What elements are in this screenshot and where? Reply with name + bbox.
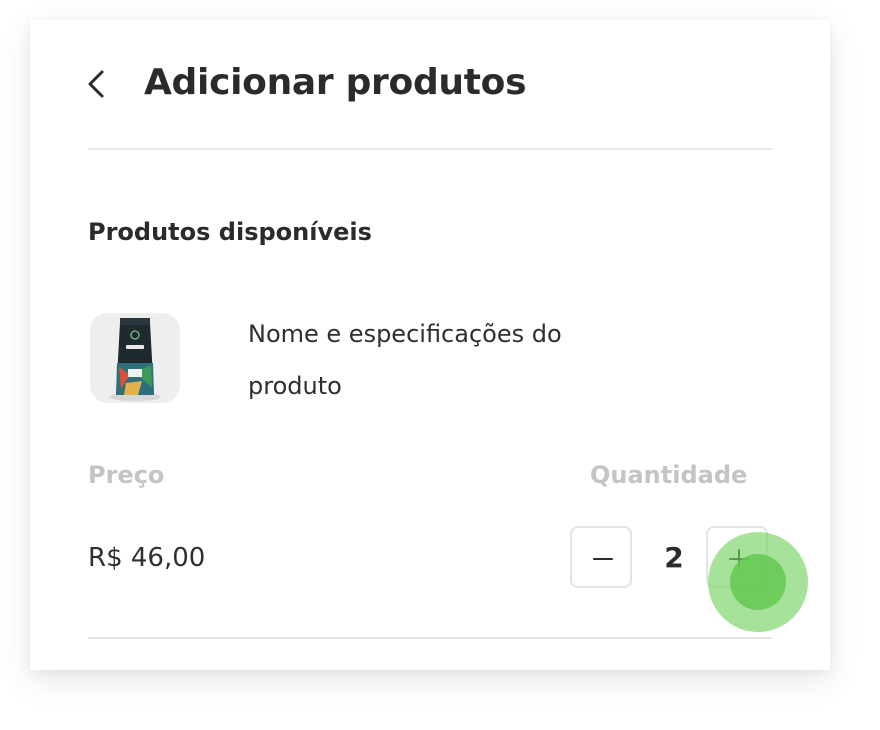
section-title: Produtos disponíveis (88, 218, 372, 246)
back-button[interactable] (82, 64, 114, 104)
increment-button[interactable] (706, 526, 768, 588)
price-value: R$ 46,00 (88, 543, 206, 573)
page-title: Adicionar produtos (144, 62, 527, 103)
chevron-left-icon (88, 70, 104, 98)
header-divider (88, 148, 772, 150)
price-label: Preço (88, 461, 165, 489)
product-name-line1: Nome e especificações do (248, 320, 562, 348)
quantity-label: Quantidade (590, 461, 748, 489)
plus-icon (729, 549, 749, 569)
product-image (90, 313, 180, 403)
product-divider (88, 637, 772, 639)
quantity-value: 2 (664, 541, 684, 574)
decrement-button[interactable] (570, 526, 632, 588)
minus-icon (593, 558, 613, 560)
product-name-line2: produto (248, 372, 342, 400)
add-products-panel: Adicionar produtos Produtos disponíveis … (30, 20, 830, 670)
header: Adicionar produtos (30, 20, 830, 148)
coffee-bag-icon (90, 313, 180, 403)
product-name: Nome e especificações do produto (248, 308, 628, 412)
